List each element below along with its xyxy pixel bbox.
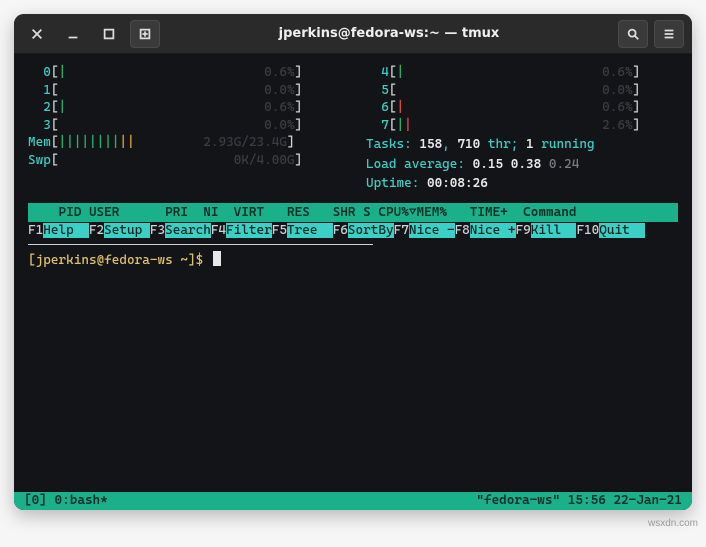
fn-quit[interactable]: Quit: [599, 223, 645, 238]
cpu-meter-2: 2[| 0.6%]: [28, 99, 340, 117]
fn-nice-up[interactable]: Nice +: [470, 223, 516, 238]
pane-divider: [28, 244, 373, 245]
cpu-meter-4: 4[| 0.6%]: [366, 64, 678, 82]
cpu-meters-left: 0[| 0.6%] 1[ 0.0%] 2[| 0.6%] 3[ 0.0%] Me…: [28, 64, 340, 169]
fn-help[interactable]: Help: [43, 223, 89, 238]
minimize-icon[interactable]: [58, 20, 88, 48]
cpu-meters-right: 4[| 0.6%] 5[ 0.0%] 6[| 0.6%] 7[|| 2.6%] …: [366, 64, 678, 193]
cursor-icon: [213, 251, 221, 266]
fn-nice-down[interactable]: Nice -: [409, 223, 455, 238]
process-header[interactable]: PID USER PRI NI VIRT RES SHR S CPU%▽MEM%…: [28, 203, 678, 223]
cpu-meter-5: 5[ 0.0%]: [366, 82, 678, 100]
load-line: Load average: 0.15 0.38 0.24: [366, 156, 678, 174]
tasks-line: Tasks: 158, 710 thr; 1 running: [366, 136, 678, 154]
fn-filter[interactable]: Filter: [226, 223, 272, 238]
mem-meter: Mem[|||||||||| 2.93G/23.4G]: [28, 134, 340, 152]
window-title: jperkins@fedora-ws:~ — tmux: [168, 26, 610, 41]
cpu-meter-6: 6[| 0.6%]: [366, 99, 678, 117]
cpu-meter-3: 3[ 0.0%]: [28, 117, 340, 135]
titlebar: jperkins@fedora-ws:~ — tmux: [14, 14, 692, 54]
watermark: wsxdn.com: [648, 518, 698, 529]
swp-meter: Swp[ 0K/4.00G]: [28, 152, 340, 170]
new-tab-icon[interactable]: [130, 20, 160, 48]
fn-sortby[interactable]: SortBy: [348, 223, 394, 238]
terminal-area[interactable]: 0[| 0.6%] 1[ 0.0%] 2[| 0.6%] 3[ 0.0%] Me…: [14, 54, 692, 510]
close-icon[interactable]: [22, 20, 52, 48]
fn-kill[interactable]: Kill: [531, 223, 577, 238]
uptime-line: Uptime: 00:08:26: [366, 175, 678, 193]
hamburger-menu-icon[interactable]: [654, 20, 684, 48]
maximize-icon[interactable]: [94, 20, 124, 48]
fn-search[interactable]: Search: [165, 223, 211, 238]
cpu-meter-7: 7[|| 2.6%]: [366, 117, 678, 135]
cpu-meter-1: 1[ 0.0%]: [28, 82, 340, 100]
htop-pane: 0[| 0.6%] 1[ 0.0%] 2[| 0.6%] 3[ 0.0%] Me…: [28, 64, 678, 240]
search-icon[interactable]: [618, 20, 648, 48]
tmux-status-bar: [0] 0:bash* "fedora-ws" 15:56 22-Jan-21: [14, 492, 692, 510]
fn-tree[interactable]: Tree: [287, 223, 333, 238]
tmux-session-label: [0] 0:bash*: [24, 492, 108, 510]
fn-key-bar: F1Help F2Setup F3SearchF4FilterF5Tree F6…: [28, 222, 678, 240]
terminal-window: jperkins@fedora-ws:~ — tmux 0[| 0.6%] 1[: [14, 14, 692, 510]
cpu-meter-0: 0[| 0.6%]: [28, 64, 340, 82]
shell-prompt[interactable]: [jperkins@fedora-ws ~]$: [28, 251, 678, 270]
tmux-clock-label: "fedora-ws" 15:56 22-Jan-21: [476, 492, 682, 510]
fn-setup[interactable]: Setup: [104, 223, 150, 238]
